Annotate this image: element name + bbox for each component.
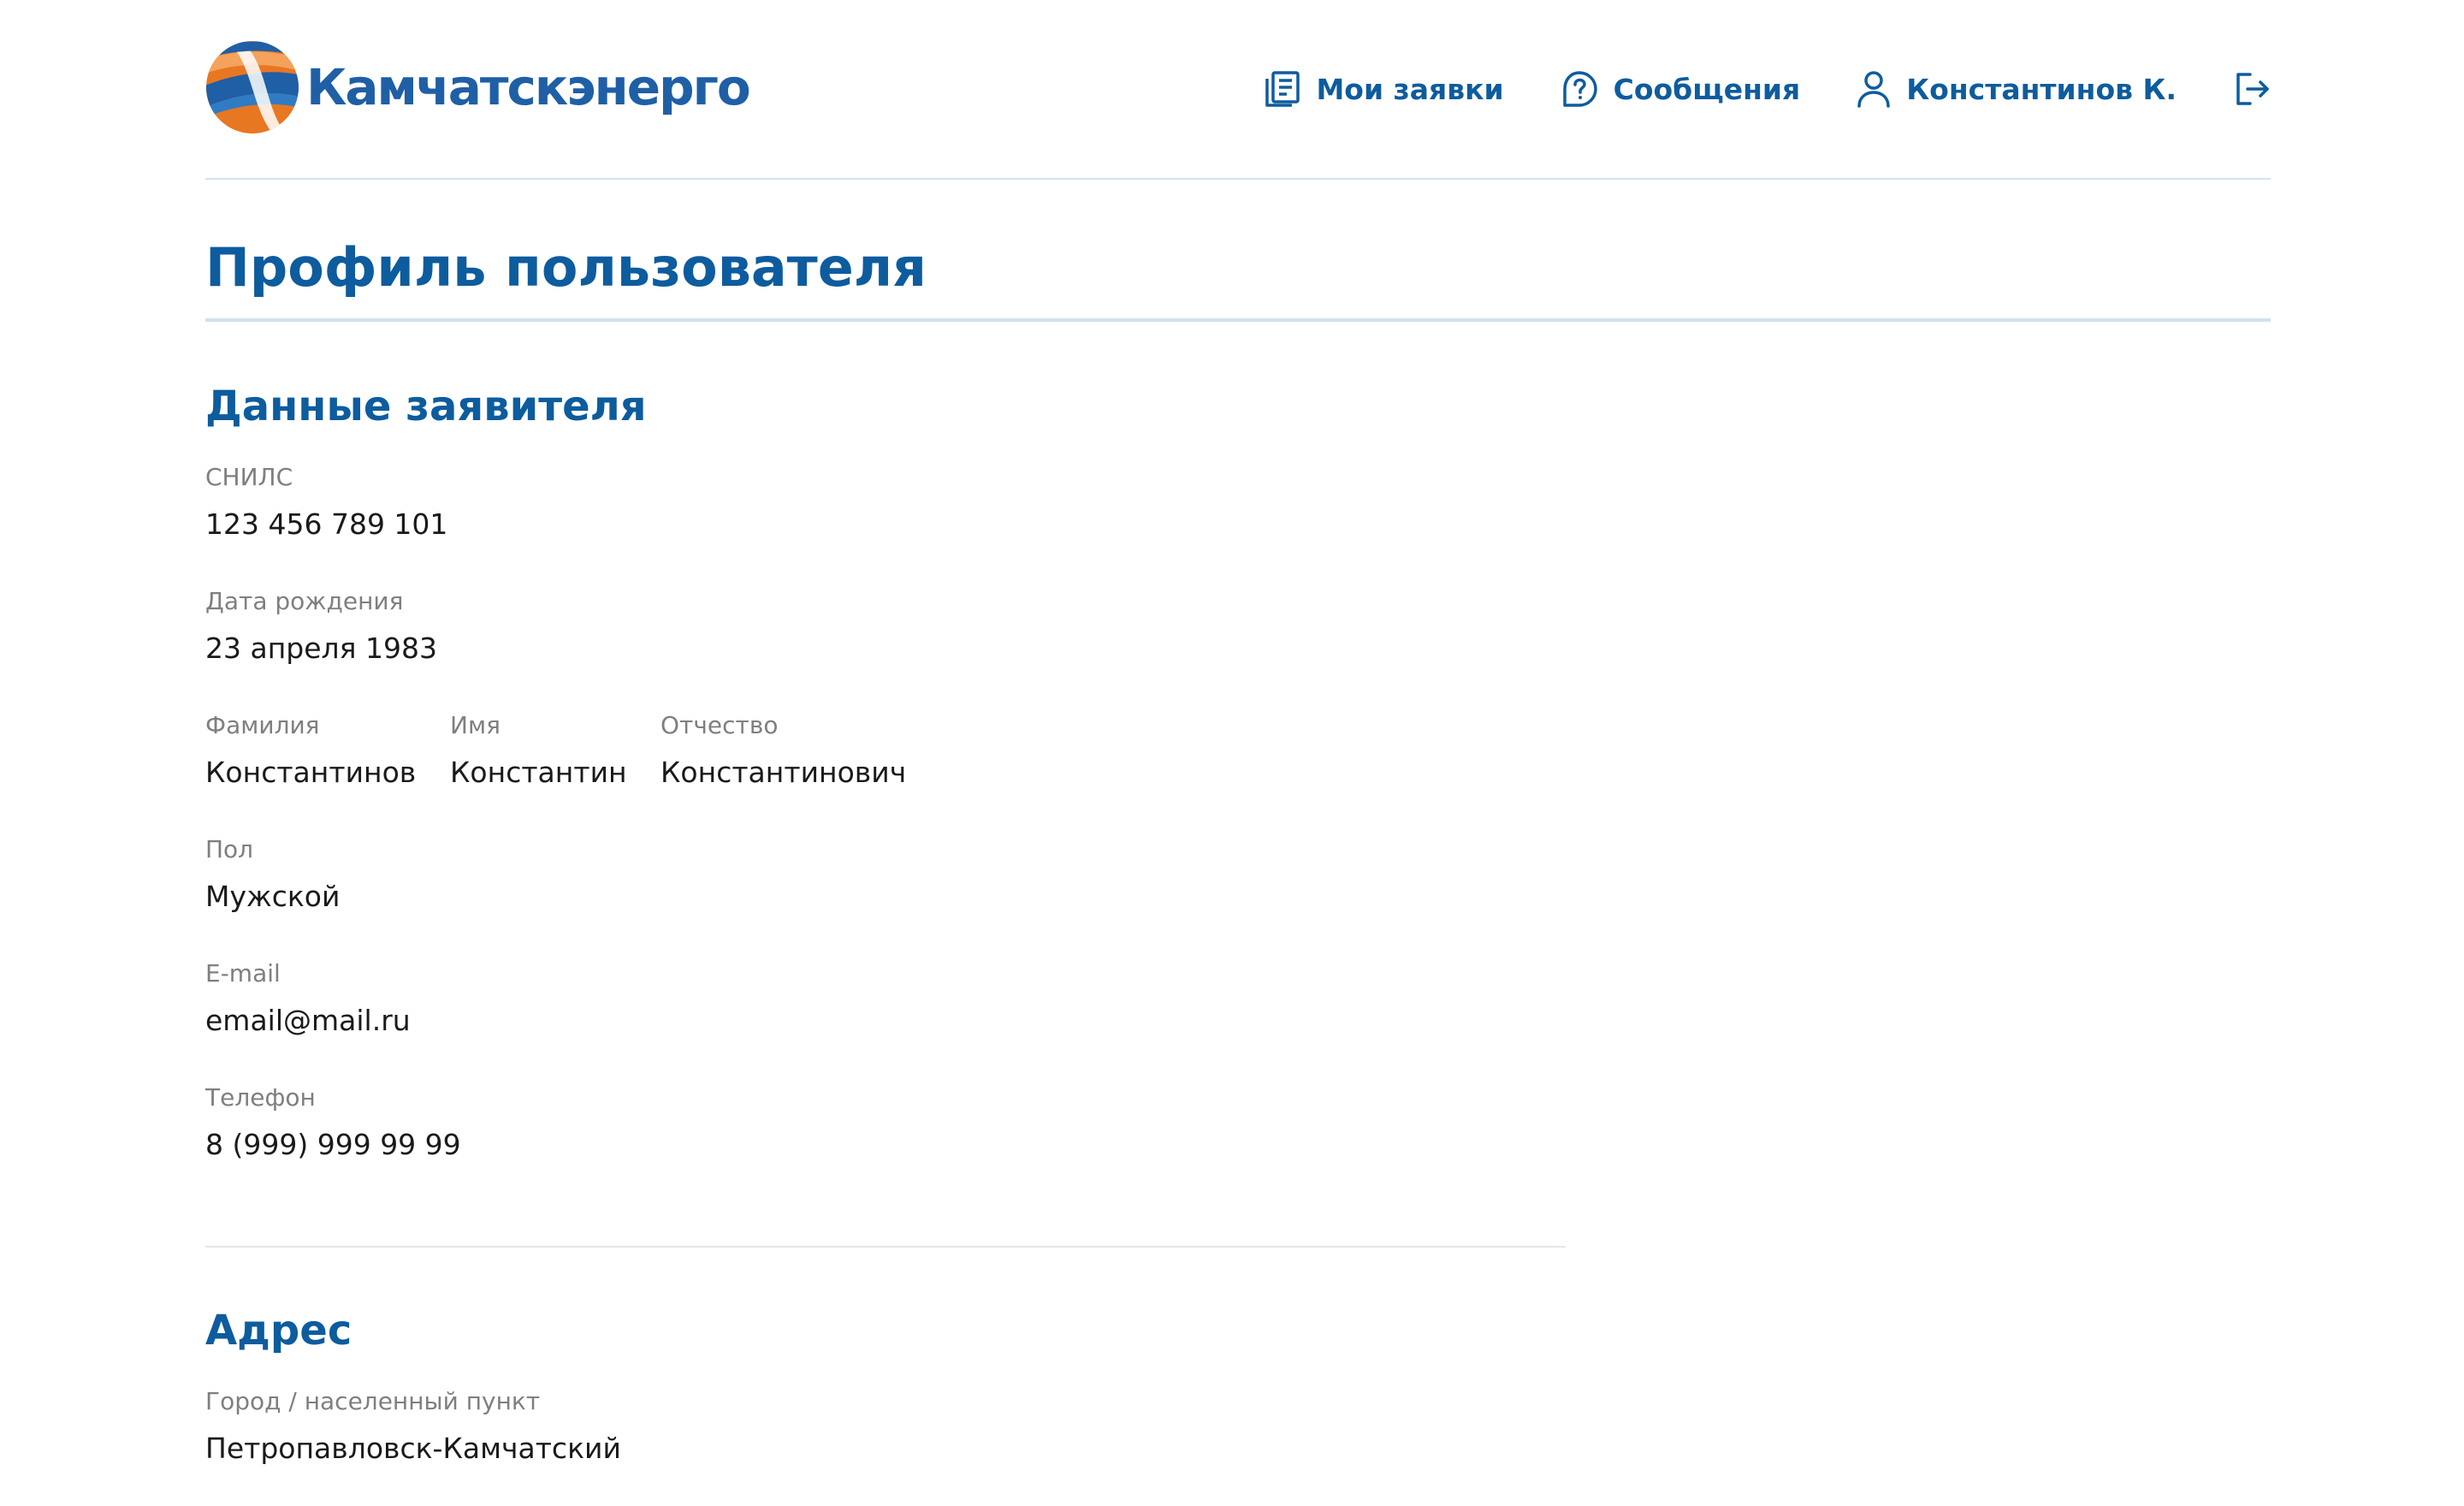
nav-user-label: Константинов К.	[1906, 72, 2177, 106]
field-city: Город / населенный пункт Петропавловск-К…	[205, 1384, 621, 1468]
field-label-phone: Телефон	[205, 1083, 316, 1112]
site-header: Камчатскэнерго Мои заявки Сообщения Конс…	[205, 0, 2271, 180]
field-label-gender: Пол	[205, 835, 254, 863]
field-value-surname: Константинов	[205, 756, 417, 789]
field-value-birth-date: 23 апреля 1983	[205, 631, 437, 665]
page-title: Профиль пользователя	[205, 236, 927, 299]
field-value-gender: Мужской	[205, 880, 341, 913]
field-value-city: Петропавловск-Камчатский	[205, 1432, 621, 1465]
field-phone: Телефон 8 (999) 999 99 99	[205, 1081, 461, 1165]
field-value-patronymic: Константинович	[660, 756, 907, 789]
field-value-first-name: Константин	[450, 756, 627, 789]
logo-text: Камчатскэнерго	[306, 58, 751, 116]
nav-my-requests-label: Мои заявки	[1316, 72, 1504, 106]
field-snils: СНИЛС 123 456 789 101	[205, 460, 447, 544]
field-label-first-name: Имя	[450, 711, 500, 739]
kamchatskenergo-logo-icon	[206, 41, 299, 133]
header-nav: Мои заявки Сообщения Константинов К.	[1208, 65, 2271, 113]
field-first-name: Имя Константин	[450, 709, 627, 792]
logo-link[interactable]: Камчатскэнерго	[205, 39, 751, 135]
field-birth-date: Дата рождения 23 апреля 1983	[205, 584, 437, 668]
logout-icon	[2236, 73, 2269, 105]
title-divider	[205, 318, 2271, 322]
logout-button[interactable]	[2235, 71, 2271, 107]
field-gender: Пол Мужской	[205, 833, 340, 916]
field-label-email: E-mail	[205, 959, 281, 987]
field-value-email: email@mail.ru	[205, 1004, 411, 1037]
question-bubble-icon	[1562, 71, 1597, 107]
nav-messages[interactable]: Сообщения	[1561, 70, 1801, 108]
field-label-snils: СНИЛС	[205, 463, 293, 491]
field-label-city: Город / населенный пункт	[205, 1387, 541, 1415]
document-list-icon	[1265, 71, 1300, 107]
field-surname: Фамилия Константинов	[205, 709, 416, 792]
field-label-surname: Фамилия	[205, 711, 320, 739]
field-value-phone: 8 (999) 999 99 99	[205, 1128, 461, 1161]
user-icon	[1857, 71, 1890, 108]
field-label-patronymic: Отчество	[660, 711, 779, 739]
field-label-birth-date: Дата рождения	[205, 587, 404, 615]
nav-my-requests[interactable]: Мои заявки	[1265, 70, 1504, 108]
nav-messages-label: Сообщения	[1613, 72, 1801, 106]
section-title-applicant: Данные заявителя	[205, 382, 647, 430]
field-email: E-mail email@mail.ru	[205, 957, 411, 1041]
field-patronymic: Отчество Константинович	[660, 709, 906, 792]
section-title-address: Адрес	[205, 1307, 352, 1355]
nav-user-profile[interactable]: Константинов К.	[1857, 70, 2177, 108]
field-value-snils: 123 456 789 101	[205, 507, 448, 541]
section-divider	[205, 1246, 1566, 1248]
